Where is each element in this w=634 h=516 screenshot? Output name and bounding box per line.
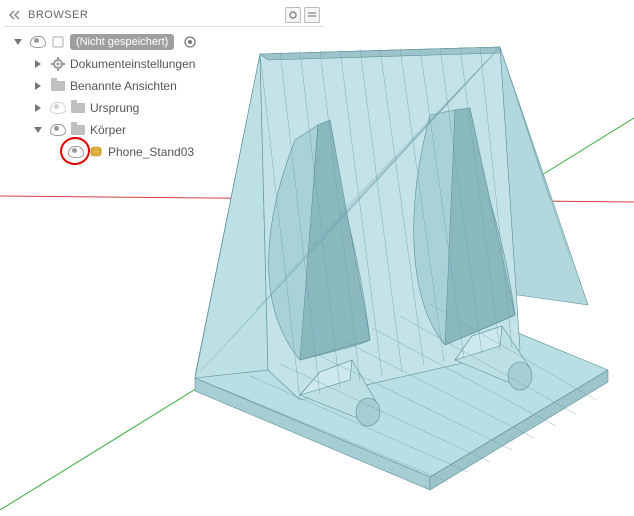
tree-item-settings[interactable]: Dokumenteinstellungen — [4, 53, 324, 75]
expand-icon[interactable] — [30, 100, 46, 116]
collapse-panel-icon[interactable] — [8, 8, 22, 22]
tree-label: Dokumenteinstellungen — [70, 57, 195, 71]
browser-tree: (Nicht gespeichert) Dokumenteinstellunge… — [4, 27, 324, 167]
tree-label: Ursprung — [90, 101, 139, 115]
tree-label: Benannte Ansichten — [70, 79, 177, 93]
browser-header: BROWSER — [4, 4, 324, 27]
tree-item-views[interactable]: Benannte Ansichten — [4, 75, 324, 97]
expand-icon[interactable] — [30, 56, 46, 72]
expand-icon[interactable] — [10, 34, 26, 50]
folder-icon — [70, 100, 86, 116]
visibility-icon[interactable] — [68, 144, 84, 160]
tree-label: Phone_Stand03 — [108, 145, 194, 159]
visibility-icon[interactable] — [50, 122, 66, 138]
spacer — [50, 144, 64, 160]
root-label: (Nicht gespeichert) — [70, 34, 174, 50]
mesh-body-icon — [88, 144, 104, 160]
folder-icon — [50, 78, 66, 94]
expand-icon[interactable] — [30, 78, 46, 94]
tree-item-bodies[interactable]: Körper — [4, 119, 324, 141]
activate-radio-icon[interactable] — [182, 34, 198, 50]
browser-panel: BROWSER (Nicht gespeichert) Dok — [4, 4, 324, 167]
panel-menu-icon[interactable] — [304, 7, 320, 23]
visibility-icon[interactable] — [50, 100, 66, 116]
tree-item-body-phonestand[interactable]: Phone_Stand03 — [4, 141, 324, 163]
tree-item-origin[interactable]: Ursprung — [4, 97, 324, 119]
panel-settings-icon[interactable] — [285, 7, 301, 23]
visibility-icon[interactable] — [30, 34, 46, 50]
gear-icon — [50, 56, 66, 72]
browser-title: BROWSER — [28, 9, 282, 21]
expand-icon[interactable] — [30, 122, 46, 138]
document-icon — [50, 34, 66, 50]
tree-root[interactable]: (Nicht gespeichert) — [4, 31, 324, 53]
tree-label: Körper — [90, 123, 126, 137]
folder-icon — [70, 122, 86, 138]
